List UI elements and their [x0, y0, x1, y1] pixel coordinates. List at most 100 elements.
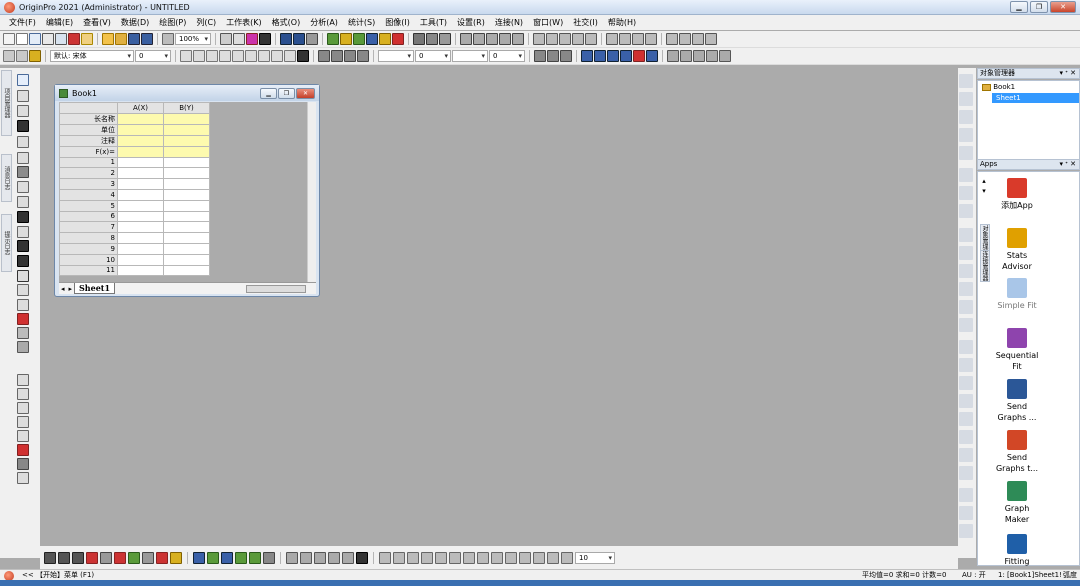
open-icon[interactable] [102, 33, 114, 45]
new-matrix-icon[interactable] [42, 33, 54, 45]
group-icon[interactable] [693, 50, 705, 62]
line-color-icon[interactable] [331, 50, 343, 62]
menu-format[interactable]: 格式(O) [267, 17, 306, 28]
menu-statistics[interactable]: 统计(S) [343, 17, 380, 28]
bar-label-size-icon[interactable] [561, 551, 573, 564]
line-plot-icon[interactable] [44, 551, 56, 564]
move-left-icon[interactable] [606, 33, 618, 45]
list-tool-icon[interactable] [17, 430, 29, 442]
pattern-icon[interactable] [357, 50, 369, 62]
tree-node-sheet1[interactable]: Sheet1 [992, 93, 1079, 103]
mask-tool-icon[interactable] [17, 166, 29, 178]
bar-pattern-icon[interactable] [491, 551, 503, 564]
save-template-icon[interactable] [141, 33, 153, 45]
template-library-icon[interactable] [193, 551, 205, 564]
code-builder-icon[interactable] [259, 33, 271, 45]
symbol-color-icon[interactable] [344, 50, 356, 62]
merge-graph-icon[interactable] [594, 50, 606, 62]
row-number[interactable]: 1 [59, 156, 118, 169]
row-number[interactable]: 9 [59, 242, 118, 255]
text-tool-icon[interactable] [17, 211, 29, 223]
distribute-h-icon[interactable] [959, 340, 973, 354]
row-label-comments[interactable]: 注释 [59, 134, 118, 147]
border-icon[interactable] [547, 50, 559, 62]
bar-fill-icon[interactable] [477, 551, 489, 564]
app-sequential-fit[interactable]: Sequential Fit [992, 328, 1042, 372]
duplicate-icon[interactable] [246, 33, 258, 45]
left-tab-hint-log[interactable]: 提示日志 [1, 214, 12, 272]
workbook-window[interactable]: Book1 ▁ ❐ ✕ A(X) B(Y) 长名称 单位 注释 F(x)= 1 … [54, 84, 320, 297]
filter-icon[interactable] [499, 33, 511, 45]
sort-icon[interactable] [413, 33, 425, 45]
book-maximize-button[interactable]: ❐ [278, 88, 295, 99]
row-number[interactable]: 10 [59, 253, 118, 266]
cell[interactable] [117, 253, 164, 266]
tab-scroll-right-icon[interactable]: ▸ [67, 285, 75, 293]
book-minimize-button[interactable]: ▁ [260, 88, 277, 99]
contour-icon[interactable] [207, 551, 219, 564]
cell[interactable] [117, 134, 164, 147]
new-workbook-icon[interactable] [16, 33, 28, 45]
row-number[interactable]: 6 [59, 210, 118, 223]
ternary-icon[interactable] [156, 551, 168, 564]
crosshair-icon[interactable] [17, 120, 29, 132]
statistics-icon[interactable] [439, 33, 451, 45]
line-width-dropdown[interactable]: 0 [415, 50, 451, 62]
pointer-icon[interactable] [17, 74, 29, 86]
move-right-icon[interactable] [619, 33, 631, 45]
gradient-icon[interactable] [534, 50, 546, 62]
set-label-icon[interactable] [585, 33, 597, 45]
grid-tool-icon[interactable] [17, 402, 29, 414]
fill-dropdown[interactable]: 0 [489, 50, 525, 62]
cell[interactable] [163, 264, 210, 277]
cell[interactable] [117, 145, 164, 158]
cell[interactable] [163, 188, 210, 201]
menu-help[interactable]: 帮助(H) [603, 17, 641, 28]
distribute-v-icon[interactable] [959, 358, 973, 372]
set-y-icon[interactable] [546, 33, 558, 45]
worksheet-grid[interactable]: A(X) B(Y) 长名称 单位 注释 F(x)= 1 2 3 4 5 6 7 … [59, 102, 307, 282]
column-header-b[interactable]: B(Y) [163, 102, 210, 114]
line-symbol-plot-icon[interactable] [72, 551, 84, 564]
new-function-icon[interactable] [55, 33, 67, 45]
box-chart-icon[interactable] [114, 551, 126, 564]
corner-cell[interactable] [59, 102, 118, 114]
row-number[interactable]: 7 [59, 221, 118, 234]
cell[interactable] [117, 167, 164, 180]
left-tab-project-manager[interactable]: 项目管理器 [1, 70, 12, 136]
cell[interactable] [163, 232, 210, 244]
insert-graph-icon[interactable] [17, 313, 29, 325]
same-height-icon[interactable] [959, 394, 973, 408]
cell[interactable] [163, 145, 210, 158]
new-notes-icon[interactable] [81, 33, 93, 45]
menu-analysis[interactable]: 分析(A) [305, 17, 343, 28]
forward-layer-icon[interactable] [959, 448, 973, 462]
plot-color-icon[interactable] [633, 50, 645, 62]
3d-plot-icon[interactable] [170, 551, 182, 564]
app-send-graphs-word[interactable]: Send Graphs ... [992, 379, 1042, 423]
cell[interactable] [163, 178, 210, 190]
matrix-plot-icon[interactable] [263, 551, 275, 564]
double-y-icon[interactable] [100, 551, 112, 564]
cell[interactable] [117, 112, 164, 125]
menu-data[interactable]: 数据(D) [116, 17, 154, 28]
side-tab-connection-manager[interactable]: 连接管理器 [980, 250, 990, 282]
fill-color-icon[interactable] [318, 50, 330, 62]
cell[interactable] [117, 232, 164, 244]
stack-plot-icon[interactable] [300, 551, 312, 564]
save-icon[interactable] [128, 33, 140, 45]
bar-percent-icon[interactable] [463, 551, 475, 564]
bar-stack-icon[interactable] [449, 551, 461, 564]
print-tool-icon[interactable] [17, 458, 29, 470]
table-tool-icon[interactable] [17, 374, 29, 386]
align-objects-icon[interactable] [680, 50, 692, 62]
split-icon[interactable] [666, 33, 678, 45]
new-graph-icon[interactable] [29, 33, 41, 45]
column-chart-icon[interactable] [86, 551, 98, 564]
flip-v-icon[interactable] [959, 524, 973, 538]
app-graph-maker[interactable]: Graph Maker [992, 481, 1042, 525]
menu-window[interactable]: 窗口(W) [528, 17, 568, 28]
row-number[interactable]: 8 [59, 232, 118, 244]
hand-tool-icon[interactable] [17, 284, 29, 296]
statistics-plot-icon[interactable] [249, 551, 261, 564]
